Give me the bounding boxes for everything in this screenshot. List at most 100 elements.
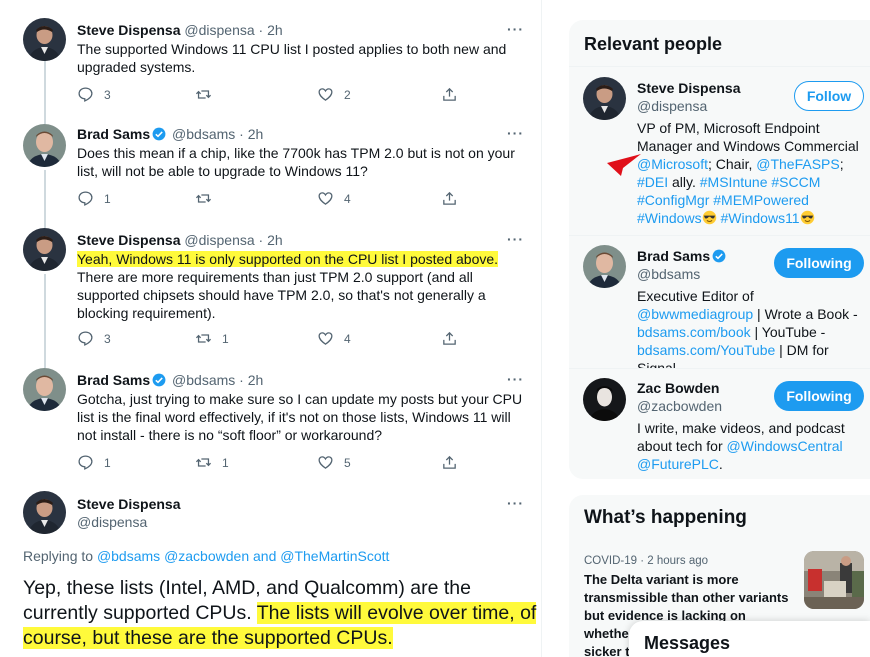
- retweet-button[interactable]: 1: [195, 454, 229, 471]
- following-button[interactable]: Following: [774, 248, 864, 278]
- heart-icon: [318, 192, 333, 205]
- author-handle[interactable]: @dispensa: [184, 22, 254, 38]
- retweet-icon: [195, 334, 212, 343]
- url-link[interactable]: bdsams.com/YouTube: [637, 342, 775, 358]
- mention-link[interactable]: @WindowsCentral: [727, 438, 843, 454]
- verified-badge-icon: [712, 249, 726, 263]
- mention-link[interactable]: @Microsoft: [637, 156, 708, 172]
- thread-line: [44, 170, 46, 224]
- like-count: 4: [344, 191, 351, 206]
- reply-button[interactable]: 3: [77, 330, 111, 347]
- like-button[interactable]: 4: [317, 330, 351, 347]
- author-name[interactable]: Steve Dispensa: [77, 232, 181, 248]
- avatar[interactable]: [583, 77, 626, 120]
- avatar[interactable]: [583, 245, 626, 288]
- more-options-icon[interactable]: ···: [507, 371, 524, 387]
- hashtag-link[interactable]: #DEI: [637, 174, 668, 190]
- reply-button[interactable]: 3: [77, 86, 111, 103]
- author-name[interactable]: Brad Sams: [77, 372, 150, 388]
- timestamp[interactable]: 2h: [267, 22, 283, 38]
- author-handle[interactable]: @dispensa: [77, 514, 147, 530]
- tweet[interactable]: Steve Dispensa @dispensa · 2h ··· Yeah, …: [10, 224, 541, 368]
- author-handle[interactable]: @bdsams: [172, 372, 235, 388]
- like-count: 2: [344, 87, 351, 102]
- sidebar: Relevant people Steve Dispensa @dispensa…: [569, 20, 870, 479]
- like-count: 4: [344, 331, 351, 346]
- avatar[interactable]: [583, 378, 626, 421]
- thread-line: [44, 274, 46, 368]
- avatar[interactable]: [23, 124, 66, 167]
- more-options-icon[interactable]: ···: [507, 231, 524, 247]
- hashtag-link[interactable]: #ConfigMgr: [637, 192, 709, 208]
- person-card[interactable]: Zac Bowden @zacbowden I write, make vide…: [569, 368, 870, 479]
- timestamp[interactable]: 2h: [248, 372, 264, 388]
- thread-line: [44, 60, 46, 118]
- messages-drawer[interactable]: Messages: [629, 621, 870, 657]
- avatar[interactable]: [23, 491, 66, 534]
- following-button[interactable]: Following: [774, 381, 864, 411]
- mention-link[interactable]: @bdsams: [97, 548, 160, 564]
- author-name[interactable]: Steve Dispensa: [77, 22, 181, 38]
- person-card[interactable]: Brad Sams @bdsams Executive Editor of @b…: [569, 235, 870, 376]
- tweet-text: Yeah, Windows 11 is only supported on th…: [77, 250, 528, 322]
- person-bio: Executive Editor of @bwwmediagroup | Wro…: [637, 288, 858, 376]
- avatar[interactable]: [23, 368, 66, 411]
- mention-link[interactable]: @TheMartinScott: [280, 548, 389, 564]
- avatar[interactable]: [23, 228, 66, 271]
- share-button[interactable]: [441, 330, 468, 347]
- sunglasses-emoji-icon: [800, 210, 814, 225]
- mention-link[interactable]: @FuturePLC: [637, 456, 719, 472]
- retweet-button[interactable]: [195, 86, 222, 103]
- reply-count: 3: [104, 331, 111, 346]
- mention-link[interactable]: @TheFASPS: [756, 156, 839, 172]
- hashtag-link[interactable]: #SCCM: [771, 174, 820, 190]
- avatar[interactable]: [23, 18, 66, 61]
- more-options-icon[interactable]: ···: [507, 495, 524, 511]
- tweet-actions: 1 4: [77, 190, 467, 208]
- reply-icon: [78, 191, 93, 206]
- retweet-icon: [195, 458, 212, 467]
- timestamp[interactable]: 2h: [267, 232, 283, 248]
- hashtag-link[interactable]: #MSIntune: [700, 174, 768, 190]
- trend-meta: COVID-19 · 2 hours ago: [584, 555, 709, 567]
- reply-icon: [78, 87, 93, 102]
- tweet-actions: 3 2: [77, 86, 467, 104]
- tweet[interactable]: Brad Sams @bdsams · 2h ··· Gotcha, just …: [10, 368, 541, 486]
- heart-icon: [318, 456, 333, 469]
- reply-count: 3: [104, 87, 111, 102]
- hashtag-link[interactable]: #Windows11: [720, 210, 799, 226]
- author-name[interactable]: Brad Sams: [77, 126, 150, 142]
- retweet-button[interactable]: 1: [195, 330, 229, 347]
- mention-link[interactable]: @bwwmediagroup: [637, 306, 753, 322]
- tweet[interactable]: Steve Dispensa @dispensa · 2h ··· The su…: [10, 0, 541, 118]
- person-name[interactable]: Brad Sams: [637, 248, 710, 264]
- trend-thumbnail[interactable]: [804, 551, 864, 609]
- retweet-button[interactable]: [195, 190, 222, 207]
- more-options-icon[interactable]: ···: [507, 21, 524, 37]
- like-button[interactable]: 4: [317, 190, 351, 207]
- panel-title: Relevant people: [584, 34, 723, 54]
- like-button[interactable]: 2: [317, 86, 351, 103]
- follow-button[interactable]: Follow: [794, 81, 864, 111]
- tweet[interactable]: Brad Sams @bdsams · 2h ··· Does this mea…: [10, 118, 541, 224]
- share-button[interactable]: [441, 190, 468, 207]
- mention-link[interactable]: @zacbowden: [164, 548, 249, 564]
- author-name[interactable]: Steve Dispensa: [77, 496, 181, 512]
- reply-button[interactable]: 1: [77, 454, 111, 471]
- person-card[interactable]: Steve Dispensa @dispensa VP of PM, Micro…: [569, 66, 870, 235]
- like-button[interactable]: 5: [317, 454, 351, 471]
- reply-button[interactable]: 1: [77, 190, 111, 207]
- author-handle[interactable]: @dispensa: [184, 232, 254, 248]
- share-button[interactable]: [441, 86, 468, 103]
- hashtag-link[interactable]: #MEMPowered: [713, 192, 809, 208]
- tweet-text-rest: There are more requirements than just TP…: [77, 269, 486, 321]
- timestamp[interactable]: 2h: [248, 126, 264, 142]
- hashtag-link[interactable]: #Windows: [637, 210, 702, 226]
- tweet-text: The supported Windows 11 CPU list I post…: [77, 41, 507, 75]
- more-options-icon[interactable]: ···: [507, 125, 524, 141]
- tweet-actions: 3 1 4: [77, 330, 467, 348]
- highlighted-text: Yeah, Windows 11 is only supported on th…: [77, 251, 499, 267]
- url-link[interactable]: bdsams.com/book: [637, 324, 751, 340]
- author-handle[interactable]: @bdsams: [172, 126, 235, 142]
- share-button[interactable]: [441, 454, 468, 471]
